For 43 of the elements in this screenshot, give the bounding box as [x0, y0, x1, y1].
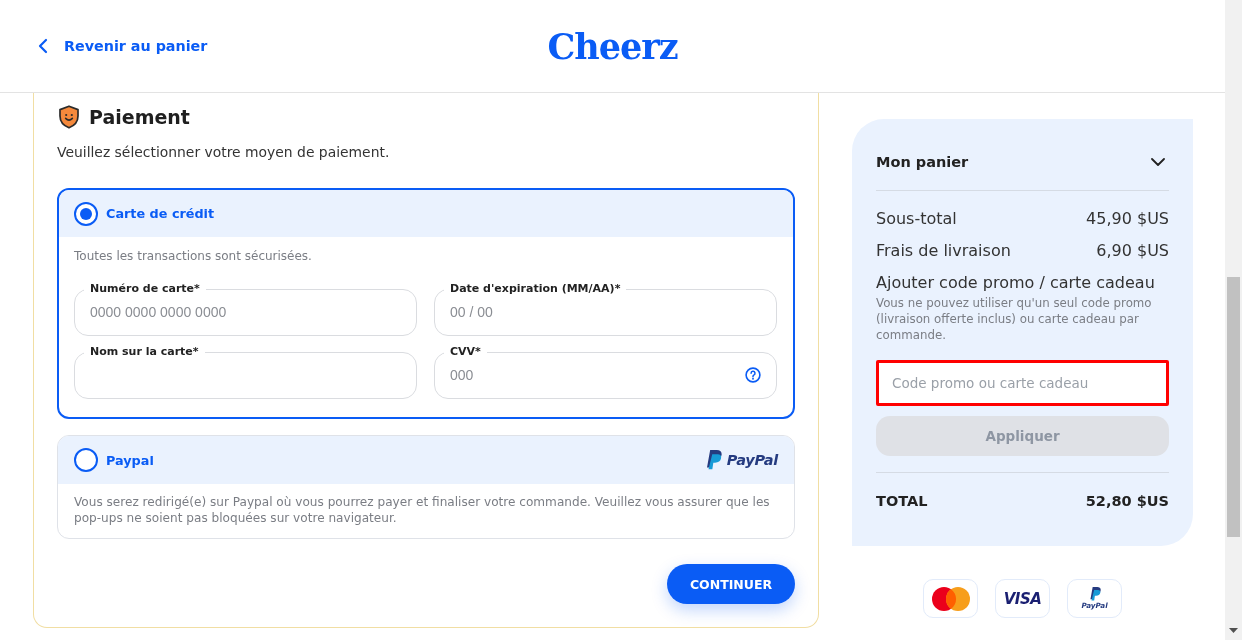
summary-value: 45,90 $US: [1086, 208, 1169, 230]
input-field[interactable]: 00 / 00: [435, 297, 776, 335]
paypal-p-icon: [1088, 587, 1101, 601]
promo-note: Vous ne pouvez utiliser qu'un seul code promo (livraison offerte inclus) ou carte cadeau par commande.: [876, 295, 1153, 343]
paypal-p-icon: [704, 450, 722, 470]
section-subtitle: Veuillez sélectionner votre moyen de paiement.: [57, 143, 391, 162]
input-field[interactable]: 0000 0000 0000 0000: [75, 297, 416, 335]
promo-title: Ajouter code promo / carte cadeau: [876, 272, 1156, 294]
input-field[interactable]: 000: [435, 360, 745, 398]
radio-button[interactable]: [74, 448, 98, 472]
summary-label: Frais de livraison: [876, 240, 1011, 262]
payment-option-label[interactable]: Paypal: [106, 452, 154, 468]
section-title: Paiement: [89, 106, 190, 128]
brand-logo[interactable]: Cheerz: [547, 28, 678, 64]
mastercard-logo-icon: [923, 579, 978, 618]
text-field[interactable]: Date d'expiration (MM/AA)* 00 / 00: [434, 281, 777, 336]
visa-logo: VISA: [995, 579, 1050, 618]
radio-button[interactable]: [74, 201, 98, 226]
security-note: Toutes les transactions sont sécurisées.: [74, 248, 313, 265]
field-label: Date d'expiration (MM/AA)*: [449, 281, 622, 297]
payment-option-label[interactable]: Carte de crédit: [106, 206, 215, 221]
scroll-down-arrow-icon[interactable]: [1229, 628, 1238, 633]
field-label: Nom sur la carte*: [89, 344, 200, 360]
summary-value: 6,90 $US: [1096, 240, 1169, 262]
field-label: Numéro de carte*: [89, 281, 201, 297]
promo-code-field[interactable]: Code promo ou carte cadeau: [876, 360, 1169, 406]
continue-button[interactable]: CONTINUER: [667, 564, 795, 604]
back-link[interactable]: Revenir au panier: [38, 38, 208, 54]
paypal-wordmark: PayPal: [726, 452, 778, 468]
text-field[interactable]: CVV* 000: [434, 344, 777, 399]
chevron-down-icon[interactable]: [1151, 158, 1165, 166]
help-icon[interactable]: [745, 367, 761, 383]
paypal-note: Vous serez redirigé(e) sur Paypal où vous pourrez payer et finaliser votre commande. Veuillez vous assurer que les pop-ups ne soient pas bloquées sur votre navigateur.: [74, 494, 771, 526]
total-value: 52,80 $US: [1085, 492, 1169, 511]
cart-title: Mon panier: [876, 154, 969, 170]
text-field[interactable]: Nom sur la carte*: [74, 344, 417, 399]
total-label: TOTAL: [876, 492, 928, 511]
chevron-left-icon: [38, 38, 48, 54]
smiling-shield-icon: [58, 105, 80, 129]
text-field[interactable]: Numéro de carte* 0000 0000 0000 0000: [74, 281, 417, 336]
scrollbar-thumb[interactable]: [1227, 277, 1240, 537]
field-label: CVV*: [449, 344, 482, 360]
summary-label: Sous-total: [876, 208, 957, 230]
